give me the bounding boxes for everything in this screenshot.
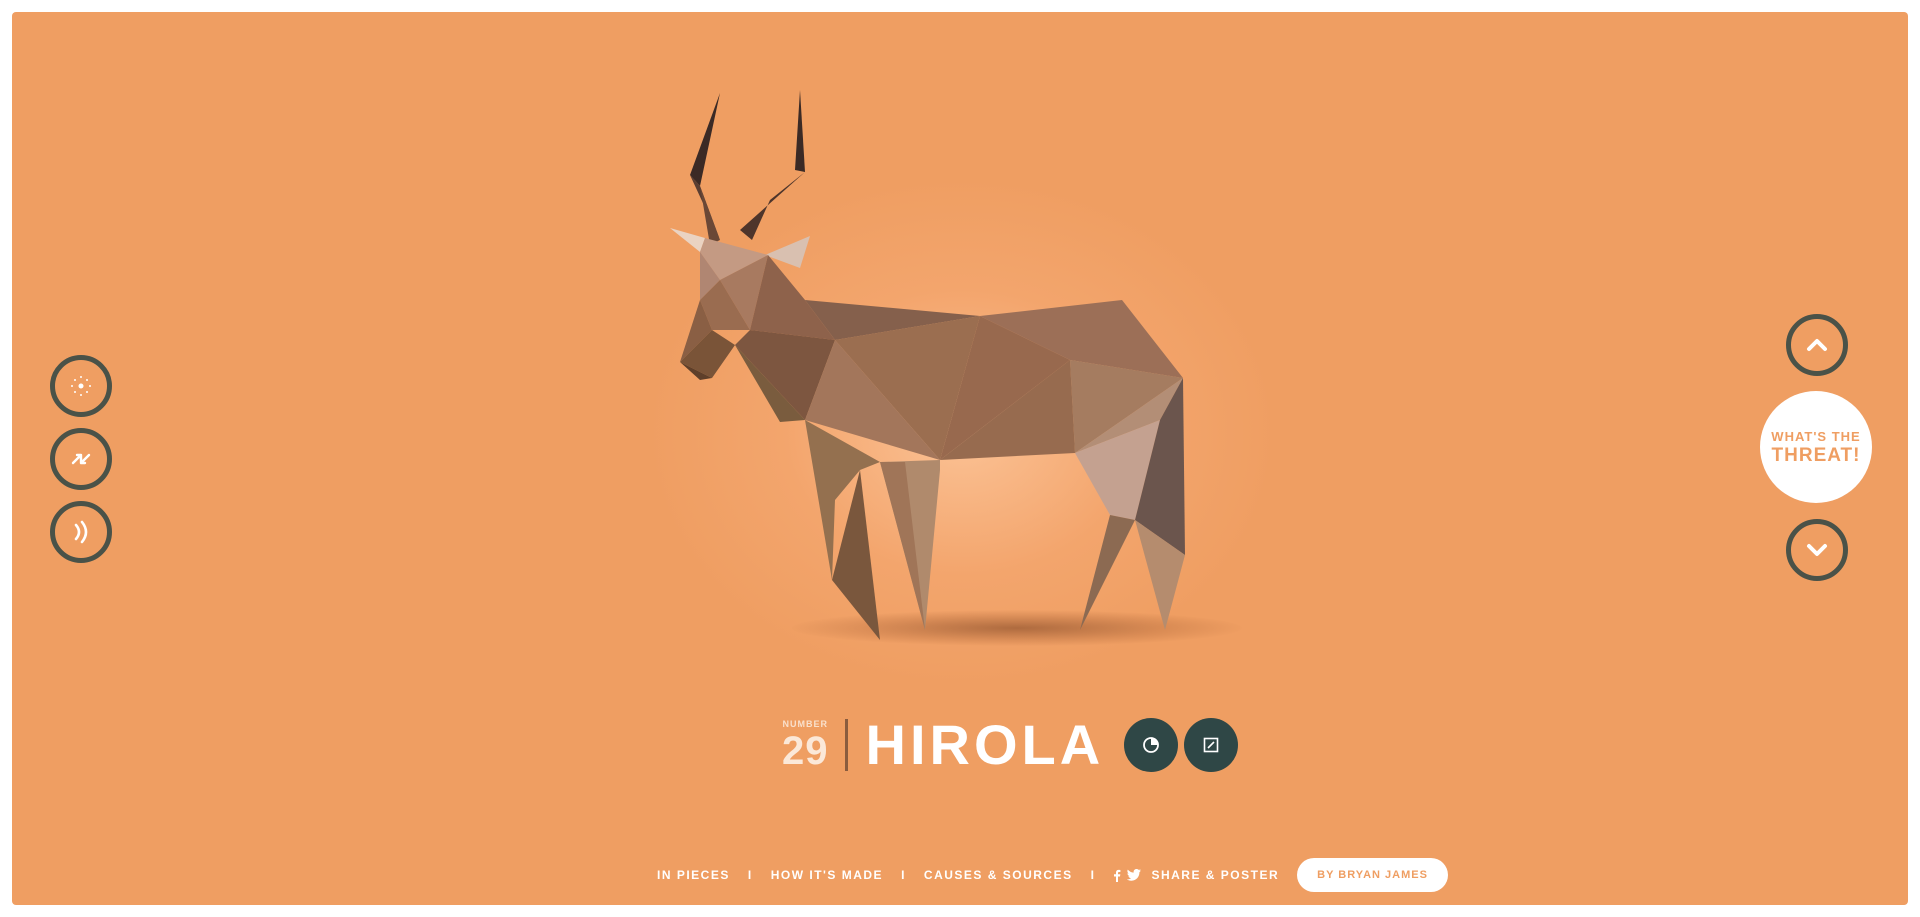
info-chart-button[interactable] xyxy=(1124,718,1179,772)
sound-button[interactable] xyxy=(50,501,112,563)
shuffle-icon xyxy=(71,453,91,465)
social-links xyxy=(1113,869,1142,882)
nav-separator: I xyxy=(1090,868,1096,882)
nav-separator: I xyxy=(747,868,753,882)
edit-icon xyxy=(1203,737,1219,753)
nav-separator: I xyxy=(901,868,906,882)
nav-link-how-its-made[interactable]: HOW IT'S MADE xyxy=(771,868,883,882)
facebook-icon[interactable] xyxy=(1113,869,1121,882)
shuffle-button[interactable] xyxy=(50,428,112,490)
pie-chart-icon xyxy=(1143,737,1160,753)
chevron-down-icon xyxy=(1807,544,1827,556)
whats-the-threat-button[interactable]: WHAT'S THE THREAT! xyxy=(1760,391,1872,503)
next-animal-button[interactable] xyxy=(1786,519,1848,581)
species-number: 29 xyxy=(782,728,829,773)
species-number-block: NUMBER 29 xyxy=(782,718,829,773)
title-divider xyxy=(844,719,848,771)
nav-link-in-pieces[interactable]: IN PIECES xyxy=(657,868,730,882)
previous-animal-button[interactable] xyxy=(1786,314,1848,376)
sound-icon xyxy=(74,520,88,544)
threat-label-line2: THREAT! xyxy=(1771,444,1861,466)
particles-button[interactable] xyxy=(50,355,112,417)
nav-link-causes-sources[interactable]: CAUSES & SOURCES xyxy=(924,868,1073,882)
main-stage: WHAT'S THE THREAT! NUMBER 29 HIROLA IN P… xyxy=(12,12,1908,905)
twitter-icon[interactable] xyxy=(1127,869,1142,881)
threat-label-line1: WHAT'S THE xyxy=(1771,428,1861,444)
species-name: HIROLA xyxy=(865,713,1105,776)
chevron-up-icon xyxy=(1807,339,1827,351)
edit-button[interactable] xyxy=(1184,718,1239,772)
species-title: NUMBER 29 HIROLA xyxy=(782,710,1239,780)
footer-nav: IN PIECES I HOW IT'S MADE I CAUSES & SOU… xyxy=(657,858,1448,892)
author-button[interactable]: BY BRYAN JAMES xyxy=(1297,858,1448,892)
share-poster-link[interactable]: SHARE & POSTER xyxy=(1151,868,1279,882)
particles-icon xyxy=(71,376,91,396)
species-number-label: NUMBER xyxy=(782,718,828,729)
